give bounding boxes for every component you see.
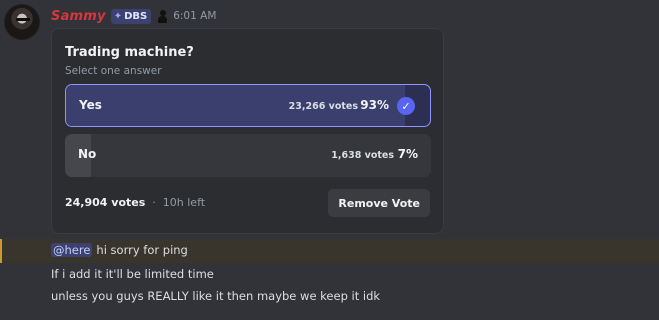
poll-answer-yes[interactable]: Yes 23,266 votes 93% ✓ [65,84,431,127]
message-text: hi sorry for ping [96,243,188,257]
answer-label: Yes [79,98,102,112]
total-votes[interactable]: 24,904 votes [65,196,145,209]
message-header: Sammy ✦ DBS 6:01 AM [51,7,216,25]
timestamp[interactable]: 6:01 AM [173,10,216,22]
poll-question: Trading machine? [65,45,194,60]
separator-dot: · [152,196,156,209]
role-icon[interactable] [158,9,168,23]
answer-label: No [78,147,97,161]
here-mention[interactable]: @here [51,243,93,257]
time-left: 10h left [162,196,206,209]
guild-tag-icon: ✦ [113,10,123,22]
remove-vote-button[interactable]: Remove Vote [328,189,430,217]
answer-vote-count: 23,266 votes [288,101,358,112]
avatar-detail [16,18,30,21]
checkmark-icon: ✓ [397,97,415,115]
poll-footer: 24,904 votes · 10h left [65,196,205,209]
poll-answer-no[interactable]: No 1,638 votes 7% [65,134,431,177]
message-text: If i add it it'll be limited time [51,267,214,281]
poll-card: Trading machine? Select one answer Yes 2… [51,28,444,234]
avatar[interactable] [4,4,40,40]
message-text: unless you guys REALLY like it then mayb… [51,289,381,303]
guild-tag-badge[interactable]: ✦ DBS [110,8,152,24]
mention-message: @here hi sorry for ping [51,243,188,257]
username[interactable]: Sammy [51,9,106,24]
answer-percent: 7% [397,147,418,161]
answer-vote-count: 1,638 votes [331,150,394,161]
poll-message: Sammy ✦ DBS 6:01 AM Trading machine? Sel… [0,0,659,238]
answer-percent: 93% [360,98,389,112]
guild-tag-label: DBS [124,10,148,22]
poll-subtitle: Select one answer [65,65,162,77]
mention-message-row: @here hi sorry for ping [0,239,659,263]
